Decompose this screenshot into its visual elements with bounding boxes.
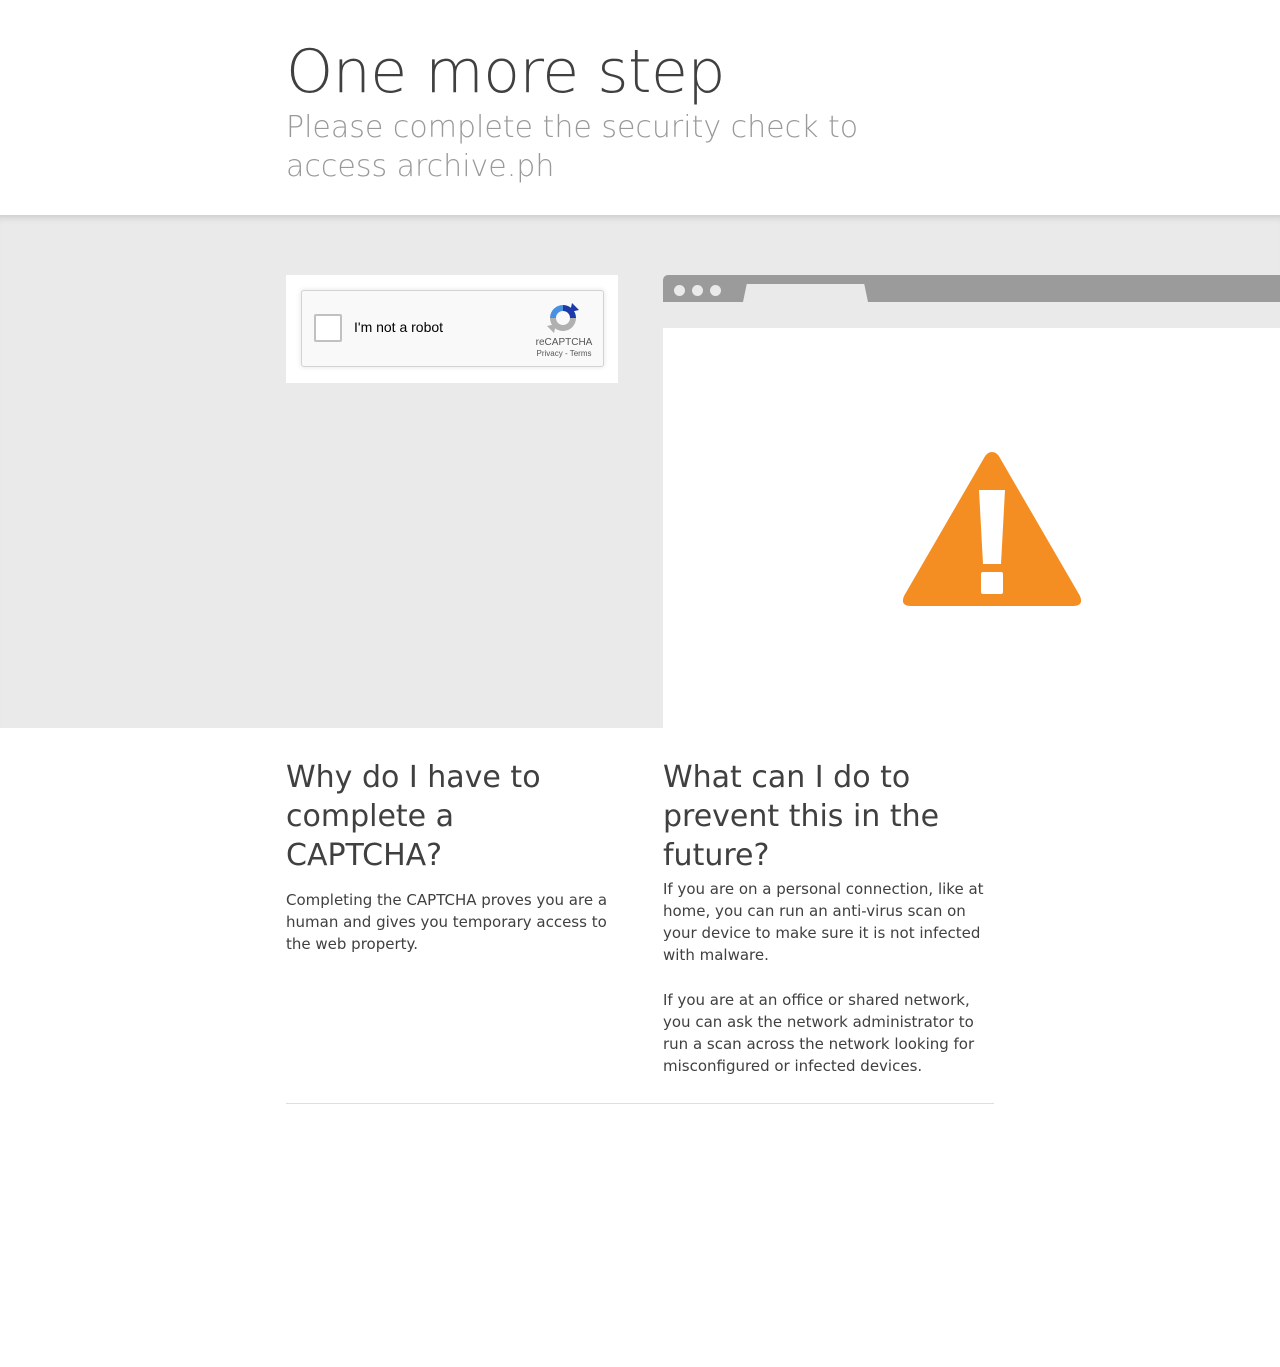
window-dot-icon xyxy=(692,285,703,296)
recaptcha-label: I'm not a robot xyxy=(354,319,444,335)
window-dot-icon xyxy=(674,285,685,296)
browser-body xyxy=(663,328,1280,728)
why-section: Why do I have to complete a CAPTCHA? Com… xyxy=(286,758,618,955)
recaptcha-widget: I'm not a robot reCAPTCHA Privacy - Term… xyxy=(301,290,604,367)
browser-tab xyxy=(743,284,868,302)
footer-divider xyxy=(286,1103,994,1104)
why-body: Completing the CAPTCHA proves you are a … xyxy=(286,891,608,953)
recaptcha-logo-icon xyxy=(547,303,579,333)
warning-icon xyxy=(902,452,1082,606)
recaptcha-links: Privacy - Terms xyxy=(524,349,604,358)
window-dot-icon xyxy=(710,285,721,296)
why-heading: Why do I have to complete a CAPTCHA? xyxy=(286,760,541,873)
page-title: One more step xyxy=(286,37,726,107)
prevent-paragraph-1: If you are on a personal connection, lik… xyxy=(663,880,984,964)
page-header: One more step Please complete the securi… xyxy=(0,0,1280,215)
link-separator: - xyxy=(562,349,570,358)
recaptcha-brand: reCAPTCHA xyxy=(524,337,604,348)
page-subtitle: Please complete the security check to ac… xyxy=(286,110,859,184)
prevent-heading: What can I do to prevent this in the fut… xyxy=(663,760,940,873)
browser-title-bar xyxy=(663,275,1280,302)
recaptcha-brand-text: reCAPTCHA xyxy=(535,337,593,348)
terms-link[interactable]: Terms xyxy=(570,349,592,358)
browser-illustration xyxy=(663,275,1280,728)
recaptcha-checkbox[interactable] xyxy=(314,314,342,342)
prevent-section: What can I do to prevent this in the fut… xyxy=(663,758,995,1077)
captcha-card: I'm not a robot reCAPTCHA Privacy - Term… xyxy=(286,275,618,383)
browser-toolbar xyxy=(663,302,1280,328)
prevent-paragraph-2: If you are at an office or shared networ… xyxy=(663,991,975,1075)
privacy-link[interactable]: Privacy xyxy=(537,349,563,358)
